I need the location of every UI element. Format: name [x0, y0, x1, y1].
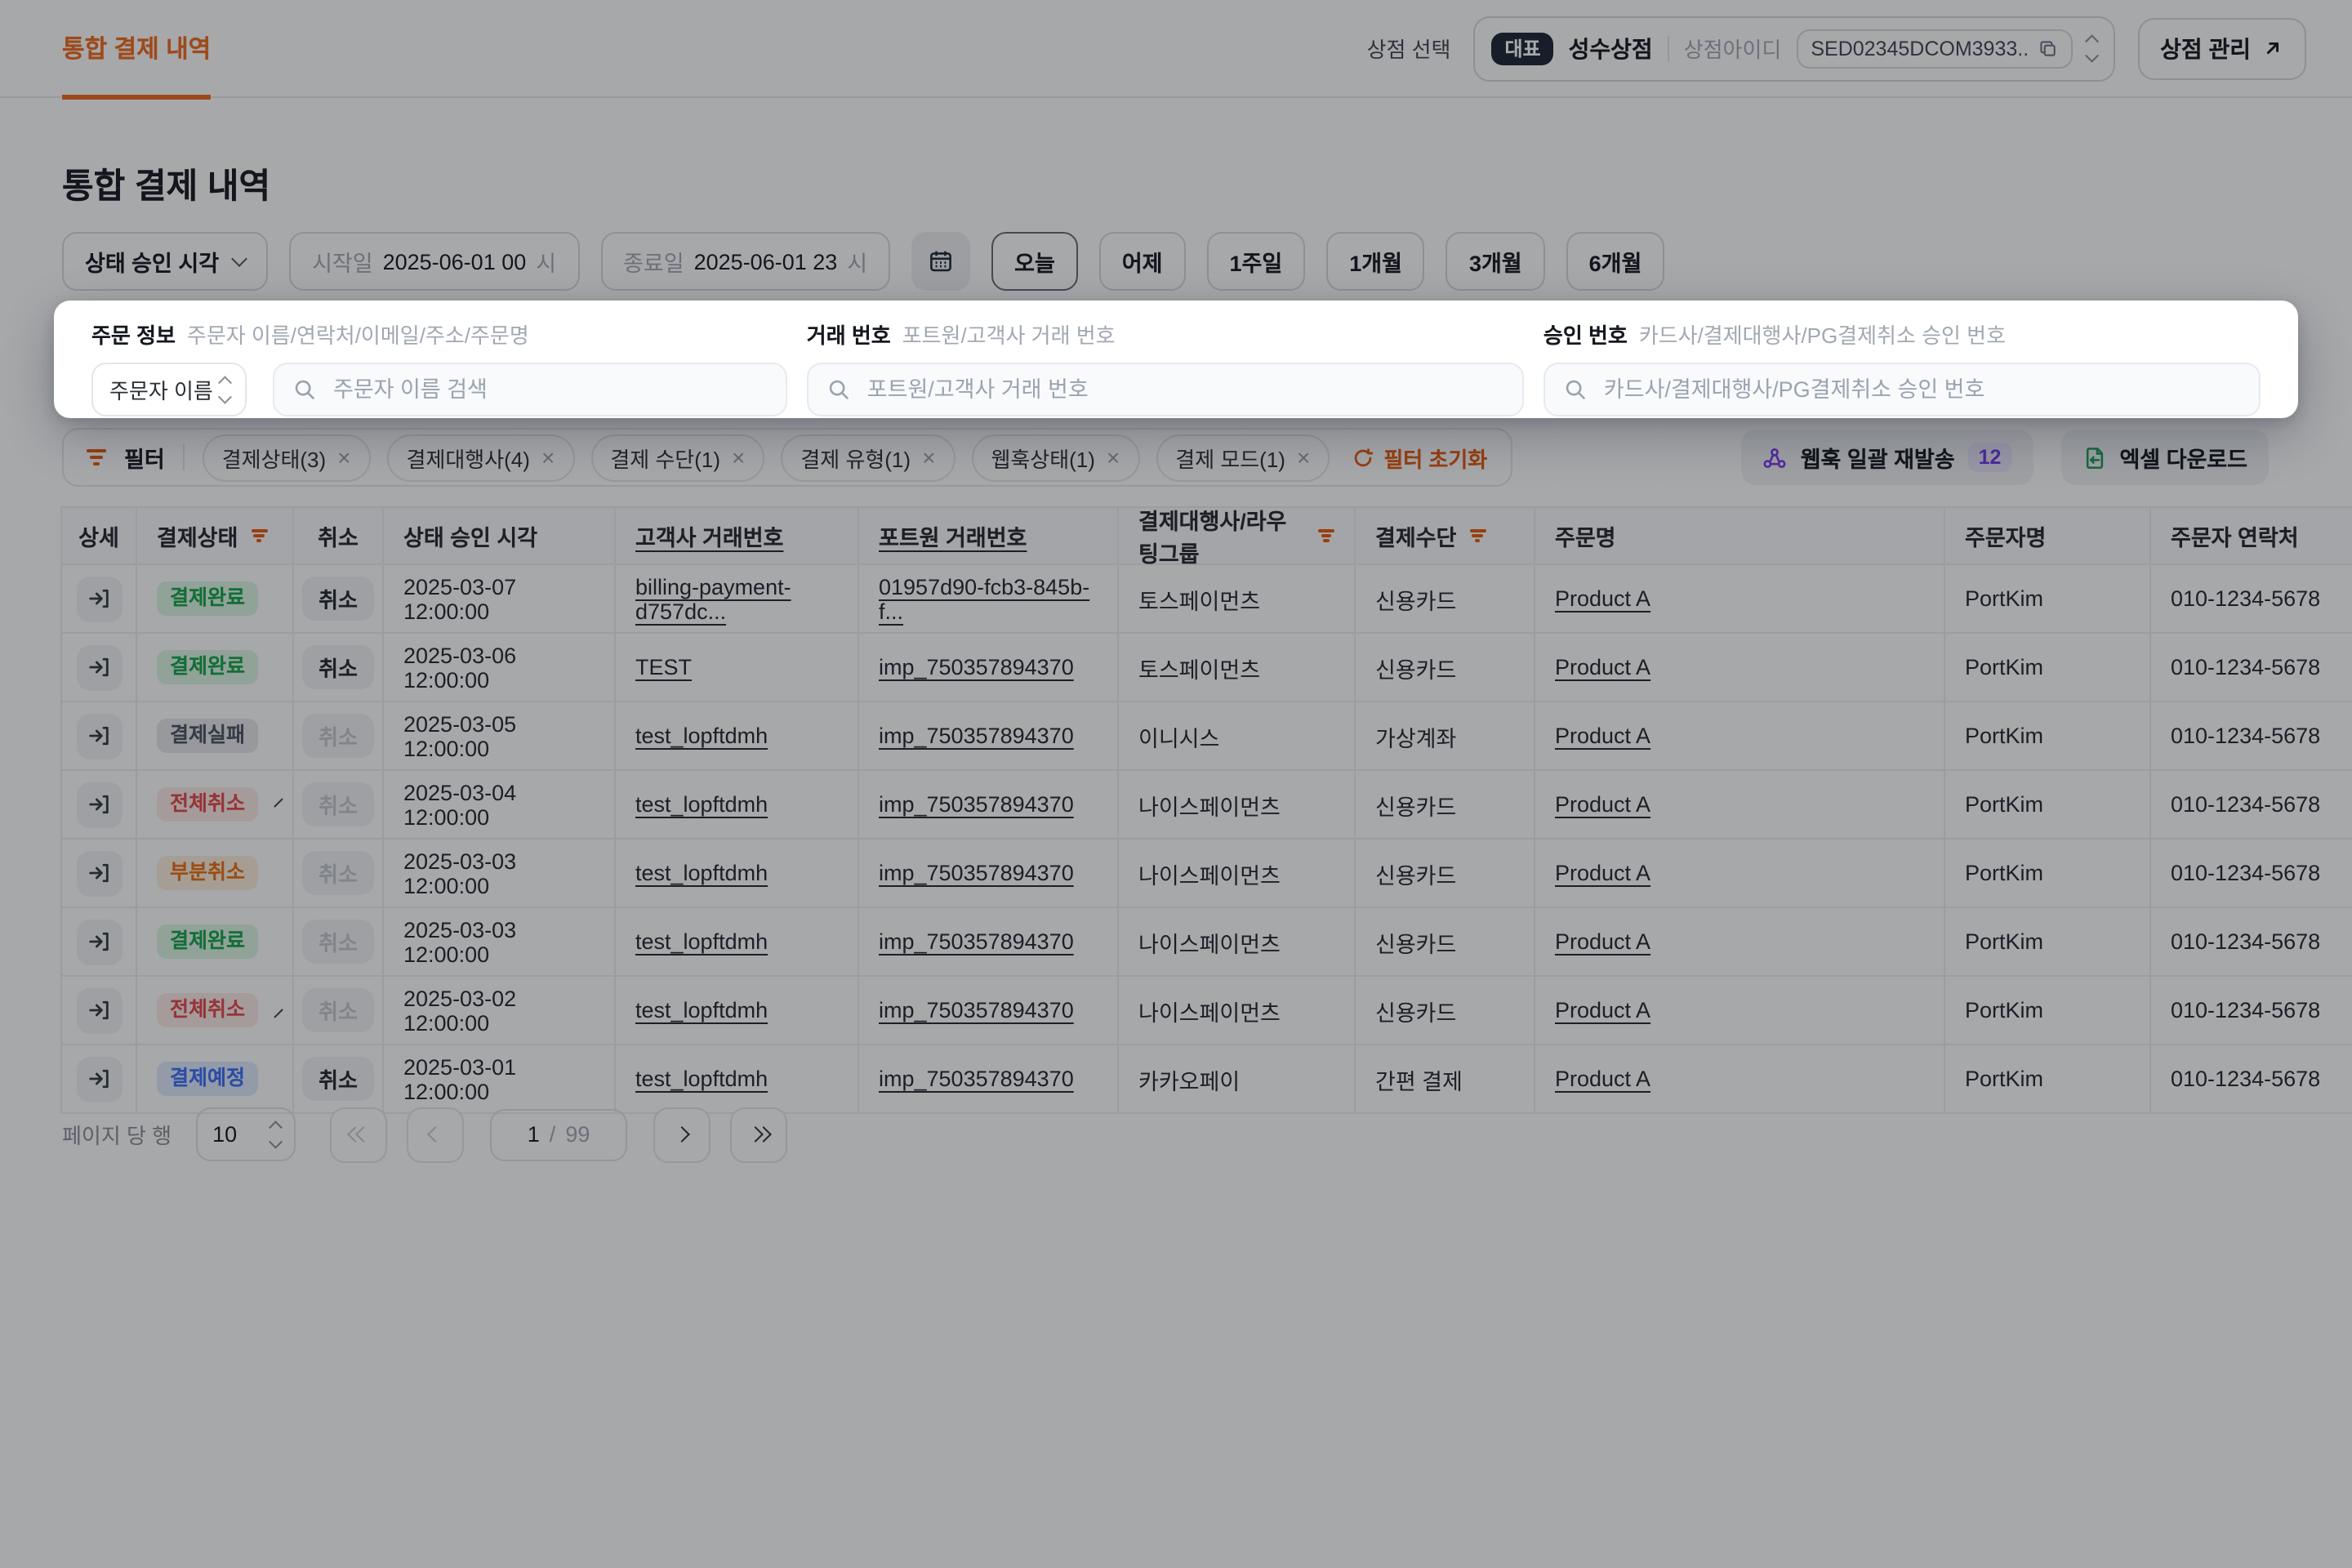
order-search-input[interactable] — [330, 376, 768, 403]
search-icon — [1563, 377, 1588, 402]
group-hint: 주문자 이름/연락처/이메일/주소/주문명 — [187, 318, 529, 350]
order-field-select[interactable]: 주문자 이름 — [91, 363, 247, 416]
app-root: 통합 결제 내역 상점 선택 대표 성수상점 상점아이디 SED02345DCO… — [0, 0, 2352, 1568]
group-hint: 포트원/고객사 거래 번호 — [902, 318, 1116, 350]
group-title: 거래 번호 — [807, 318, 891, 350]
tx-search-field — [807, 363, 1524, 416]
chevron-updown-icon — [220, 379, 229, 401]
approval-search-field — [1544, 363, 2261, 416]
group-hint: 카드사/결제대행사/PG결제취소 승인 번호 — [1639, 318, 2006, 350]
search-icon — [826, 377, 851, 402]
group-title: 주문 정보 — [91, 318, 176, 350]
group-title: 승인 번호 — [1544, 318, 1628, 350]
search-icon — [292, 377, 317, 402]
dim-overlay — [0, 0, 2352, 1568]
search-panel: 주문 정보 주문자 이름/연락처/이메일/주소/주문명 주문자 이름 거래 번호… — [54, 301, 2298, 418]
order-search-field — [273, 363, 787, 416]
tx-number-group: 거래 번호 포트원/고객사 거래 번호 — [807, 318, 1524, 418]
order-info-group: 주문 정보 주문자 이름/연락처/이메일/주소/주문명 주문자 이름 — [91, 318, 787, 418]
tx-search-input[interactable] — [864, 376, 1504, 403]
approval-number-group: 승인 번호 카드사/결제대행사/PG결제취소 승인 번호 — [1544, 318, 2261, 418]
approval-search-input[interactable] — [1601, 376, 2241, 403]
